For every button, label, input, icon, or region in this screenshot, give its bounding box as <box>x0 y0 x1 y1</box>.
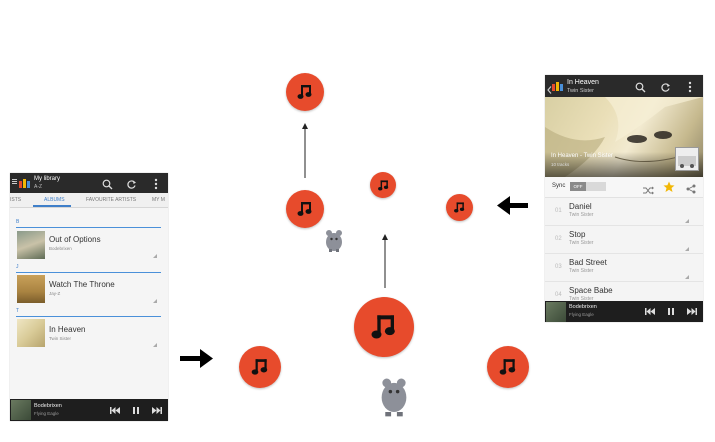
arrow-icon <box>180 349 213 368</box>
music-note-icon <box>286 73 324 111</box>
music-note-icon <box>446 194 473 221</box>
music-note-icon <box>354 297 414 357</box>
music-note-icon <box>286 190 324 228</box>
robot-icon <box>323 228 345 257</box>
music-note-icon <box>239 346 281 388</box>
robot-icon <box>378 375 410 422</box>
music-note-icon <box>370 172 396 198</box>
arrow-icon <box>497 196 528 215</box>
music-note-icon <box>487 346 529 388</box>
diagram-arrows <box>180 123 528 368</box>
